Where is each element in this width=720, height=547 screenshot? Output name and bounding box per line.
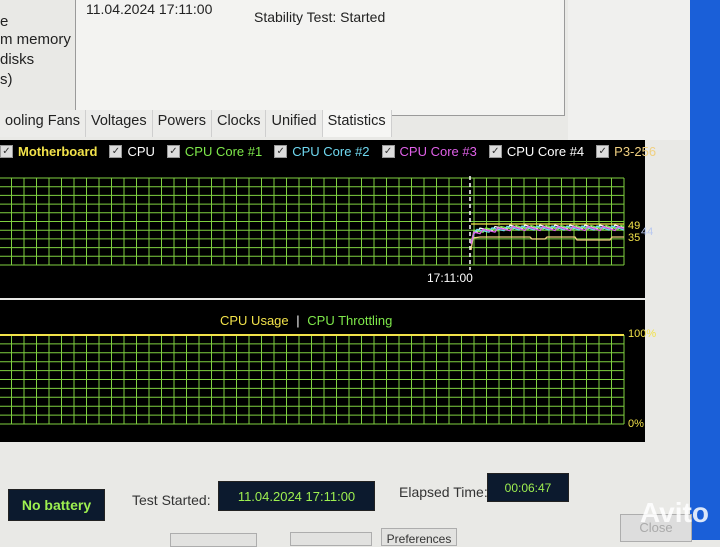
elapsed-time-label: Elapsed Time: [399,484,488,500]
event-log: 11.04.2024 17:11:00 Stability Test: Star… [75,0,565,116]
legend-item[interactable]: ✓ CPU Core #1 [166,144,263,159]
test-started-label: Test Started: [132,492,211,508]
readout-mid: 44 [641,226,654,238]
checkbox-icon[interactable]: ✓ [596,145,610,158]
elapsed-time-value: 00:06:47 [487,473,569,502]
legend-label: CPU Core #4 [506,144,585,159]
checkbox-icon[interactable]: ✓ [381,145,395,158]
legend-item[interactable]: ✓ CPU Core #4 [488,144,585,159]
right-blue-strip [690,0,720,540]
preferences-button[interactable]: Preferences [381,528,457,546]
readout-bottom: 35 [628,232,641,244]
tab-statistics[interactable]: Statistics [322,110,392,137]
right-blank-area [568,0,690,140]
tab-cooling-fans[interactable]: ooling Fans [0,110,86,137]
legend-label: Motherboard [18,144,98,159]
avito-watermark: Avito [640,497,709,528]
battery-status: No battery [8,489,105,521]
checkbox-icon[interactable]: ✓ [0,145,13,158]
sidebar-item[interactable]: m memory [0,30,71,50]
y-max-label: 100% [628,328,657,340]
temperature-grid [0,176,625,270]
readout-top: 49 [628,220,641,232]
legend-item[interactable]: ✓ P3-256 [596,144,656,159]
legend-label: CPU Core #1 [184,144,263,159]
legend-label: P3-256 [614,144,657,159]
sidebar-item[interactable]: s) [0,70,71,90]
checkbox-icon[interactable]: ✓ [109,145,123,158]
legend-label: CPU Core #2 [292,144,370,159]
start-button[interactable] [170,533,257,547]
sidebar-list: e m memory disks s) [0,12,71,90]
sidebar-item[interactable]: disks [0,50,71,70]
legend-item[interactable]: ✓ Motherboard [0,144,97,159]
clear-button[interactable] [290,532,372,546]
y-min-label: 0% [628,418,644,430]
tab-powers[interactable]: Powers [152,110,212,137]
legend-item[interactable]: ✓ CPU Core #2 [274,144,370,159]
cpu-usage-chart: CPU Usage | CPU Throttling 100% 0% [0,300,656,442]
tab-voltages[interactable]: Voltages [85,110,153,137]
time-label: 17:11:00 [427,271,473,285]
checkbox-icon[interactable]: ✓ [166,145,180,158]
tab-clocks[interactable]: Clocks [211,110,267,137]
legend-label: CPU Core #3 [399,144,477,159]
legend-item[interactable]: ✓ CPU Core #3 [381,144,477,159]
test-started-value: 11.04.2024 17:11:00 [218,481,375,511]
cpu-throttling-label: CPU Throttling [307,313,393,328]
legend-item[interactable]: ✓ CPU [109,144,155,159]
temperature-legend: ✓ Motherboard ✓ CPU ✓ CPU Core #1 ✓ CPU Core #2… [0,144,668,159]
legend-label: CPU [127,144,155,159]
usage-title: CPU Usage | CPU Throttling [220,313,392,328]
tab-bar: ooling Fans Voltages Powers Clocks Unifi… [0,110,392,138]
cpu-usage-label: CPU Usage [220,313,289,328]
log-time: 11.04.2024 17:11:00 [86,1,213,17]
title-separator: | [296,313,300,328]
tab-unified[interactable]: Unified [266,110,323,137]
checkbox-icon[interactable]: ✓ [488,145,502,158]
checkbox-icon[interactable]: ✓ [274,145,288,158]
temperature-chart: ✓ Motherboard ✓ CPU ✓ CPU Core #1 ✓ CPU Core #2… [0,140,656,298]
log-event: Stability Test: Started [254,9,386,25]
sidebar-item[interactable]: e [0,12,71,30]
